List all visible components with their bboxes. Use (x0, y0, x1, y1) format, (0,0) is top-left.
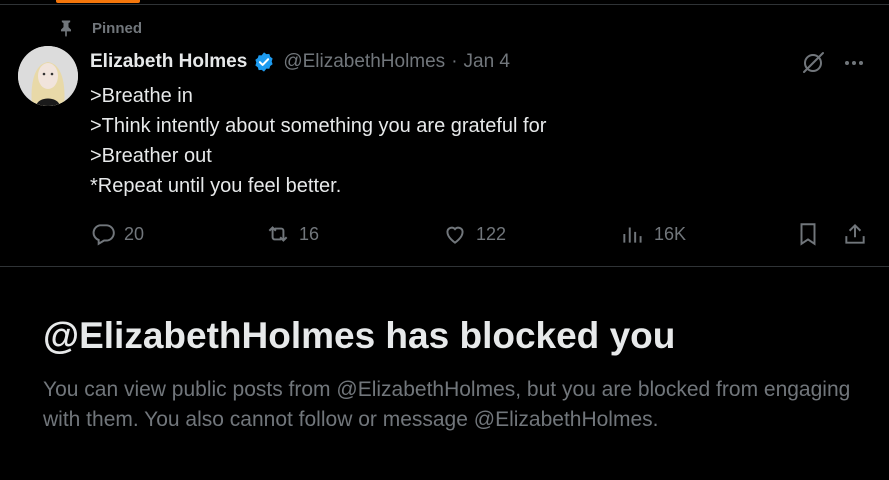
views-button[interactable]: 16K (620, 218, 686, 250)
tweet-line: >Think intently about something you are … (90, 115, 547, 137)
bookmark-button[interactable] (795, 218, 821, 250)
reply-count: 20 (124, 223, 145, 244)
more-options-icon[interactable] (842, 55, 866, 71)
views-count: 16K (654, 223, 687, 244)
tweet-text: >Breathe in >Think intently about someth… (90, 81, 790, 201)
reply-icon (92, 224, 115, 246)
like-count: 122 (476, 223, 507, 244)
blocked-description: You can view public posts from @Elizabet… (43, 378, 851, 431)
tweet-line: >Breather out (90, 145, 212, 167)
section-divider (0, 266, 889, 267)
pinned-label: Pinned (92, 19, 143, 37)
avatar[interactable] (18, 46, 78, 106)
heart-icon (446, 226, 464, 244)
pin-icon (56, 18, 76, 38)
top-divider (0, 4, 889, 5)
tweet-date[interactable]: Jan 4 (464, 51, 510, 73)
share-button[interactable] (842, 218, 868, 250)
bookmark-icon (800, 223, 816, 246)
like-button[interactable]: 122 (442, 218, 506, 250)
author-handle[interactable]: @ElizabethHolmes (283, 51, 445, 73)
author-name[interactable]: Elizabeth Holmes (90, 51, 247, 73)
verified-badge-icon[interactable] (253, 51, 275, 73)
tweet-actions: 20 16 122 16K (90, 218, 870, 250)
tab-indicator (56, 0, 140, 3)
tweet-header: Elizabeth Holmes @ElizabethHolmes · Jan … (90, 49, 510, 75)
separator-dot: · (451, 51, 458, 72)
share-icon (845, 223, 865, 244)
grok-icon[interactable] (800, 50, 826, 76)
tweet-line: *Repeat until you feel better. (90, 175, 342, 197)
repost-button[interactable]: 16 (265, 218, 319, 250)
repost-count: 16 (299, 223, 320, 244)
reply-button[interactable]: 20 (90, 218, 144, 250)
tweet-line: >Breathe in (90, 85, 193, 107)
blocked-title: @ElizabethHolmes has blocked you (43, 315, 676, 356)
views-icon (623, 227, 642, 243)
pinned-indicator: Pinned (56, 17, 142, 39)
repost-icon (268, 226, 288, 242)
